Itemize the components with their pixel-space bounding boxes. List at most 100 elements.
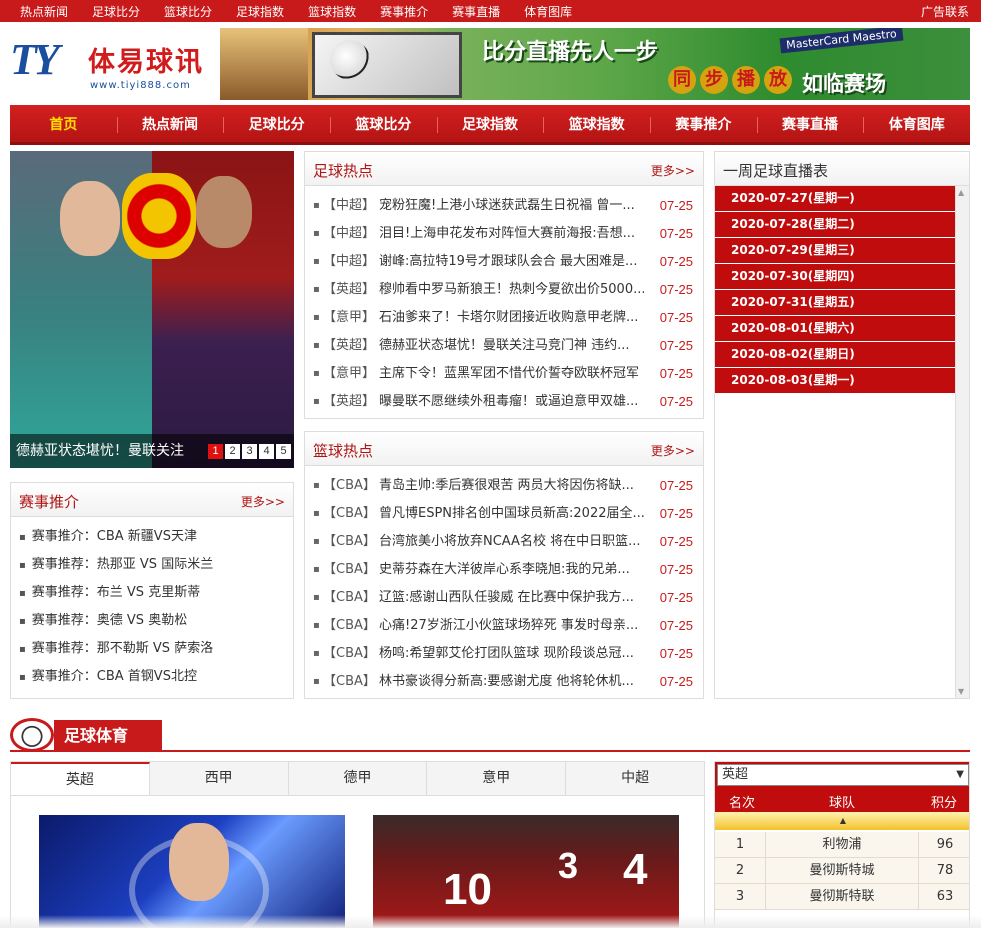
news-item[interactable]: ▪ 【英超】 穆帅看中罗马新狼王！热刺今夏欲出价5000... 07-25	[313, 276, 695, 304]
schedule-day[interactable]: 2020-07-27(星期一)	[715, 186, 955, 211]
nav-recommend[interactable]: 赛事推介	[650, 105, 757, 142]
nav-football-index[interactable]: 足球指数	[436, 105, 544, 142]
news-item[interactable]: ▪ 【英超】 德赫亚状态堪忧！曼联关注马竞门神 违约... 07-25	[313, 332, 695, 360]
tab-la-liga[interactable]: 西甲	[150, 762, 289, 795]
news-date: 07-25	[659, 506, 693, 521]
tab-serie-a[interactable]: 意甲	[427, 762, 567, 795]
site-logo[interactable]: TY 体易球讯 www.tiyi888.com	[10, 30, 215, 100]
news-title[interactable]: 主席下令！蓝黑军团不惜代价誓夺欧联杯冠军	[379, 360, 644, 388]
nav-gallery[interactable]: 体育图库	[863, 105, 970, 142]
news-title[interactable]: 德赫亚状态堪忧！曼联关注马竞门神 违约...	[379, 332, 644, 360]
news-date: 07-25	[659, 674, 693, 689]
top-link-live[interactable]: 赛事直播	[452, 3, 500, 20]
football-news-more-link[interactable]: 更多>>	[651, 162, 695, 179]
news-item[interactable]: ▪ 【CBA】 心痛!27岁浙江小伙篮球场猝死 事发时母亲... 07-25	[313, 612, 695, 640]
standings-table: 英超 ▼ 名次 球队 积分 ▲ 1 利物浦 96 2 曼彻斯特城 78 3 曼彻…	[714, 761, 970, 928]
header-banner-ad[interactable]: 比分直播先人一步 MasterCard Maestro 同 步 播 放 如临赛场	[220, 28, 970, 100]
news-title[interactable]: 石油爹来了！卡塔尔财团接近收购意甲老牌...	[379, 304, 644, 332]
news-item[interactable]: ▪ 【CBA】 青岛主帅:季后赛很艰苦 两员大将因伤将缺... 07-25	[313, 472, 695, 500]
schedule-day[interactable]: 2020-08-01(星期六)	[715, 316, 955, 341]
table-row[interactable]: 2 曼彻斯特城 78	[715, 858, 969, 884]
news-date: 07-25	[659, 366, 693, 381]
schedule-day[interactable]: 2020-08-03(星期一)	[715, 368, 955, 393]
schedule-day[interactable]: 2020-07-31(星期五)	[715, 290, 955, 315]
top-link-gallery[interactable]: 体育图库	[524, 3, 572, 20]
news-item[interactable]: ▪ 【CBA】 台湾旅美小将放弃NCAA名校 将在中日职篮... 07-25	[313, 528, 695, 556]
news-item[interactable]: ▪ 【中超】 泪目!上海申花发布对阵恒大赛前海报:吾想... 07-25	[313, 220, 695, 248]
news-item[interactable]: ▪ 【CBA】 林书豪谈得分新高:要感谢尤度 他将轮休机... 07-25	[313, 668, 695, 696]
slider-page[interactable]: 2	[225, 444, 240, 459]
news-photo-card[interactable]: 10 3 4	[373, 815, 679, 928]
scroll-down-icon[interactable]: ▼	[958, 687, 964, 696]
top-link-football-index[interactable]: 足球指数	[236, 3, 284, 20]
slider-caption[interactable]: 德赫亚状态堪忧！曼联关注	[16, 440, 202, 460]
list-item[interactable]: 赛事推介：CBA 新疆VS天津	[19, 523, 285, 551]
news-title[interactable]: 谢峰:高拉特19号才跟球队会合 最大困难是...	[379, 248, 644, 276]
schedule-day[interactable]: 2020-07-29(星期三)	[715, 238, 955, 263]
list-item[interactable]: 赛事推介：CBA 首钢VS北控	[19, 663, 285, 691]
news-title[interactable]: 泪目!上海申花发布对阵恒大赛前海报:吾想...	[379, 220, 644, 248]
rank-cell: 3	[735, 889, 745, 904]
slider-page[interactable]: 4	[259, 444, 274, 459]
news-item[interactable]: ▪ 【意甲】 主席下令！蓝黑军团不惜代价誓夺欧联杯冠军 07-25	[313, 360, 695, 388]
news-item[interactable]: ▪ 【中超】 谢峰:高拉特19号才跟球队会合 最大困难是... 07-25	[313, 248, 695, 276]
news-title[interactable]: 曝曼联不愿继续外租毒瘤！或逼迫意甲双雄...	[379, 388, 644, 416]
news-item[interactable]: ▪ 【CBA】 辽篮:感谢山西队任骏威 在比赛中保护我方... 07-25	[313, 584, 695, 612]
sort-icon[interactable]: ▲	[715, 812, 969, 830]
scroll-up-icon[interactable]: ▲	[958, 188, 964, 197]
news-title[interactable]: 辽篮:感谢山西队任骏威 在比赛中保护我方...	[379, 584, 644, 612]
news-title[interactable]: 青岛主帅:季后赛很艰苦 两员大将因伤将缺...	[379, 472, 644, 500]
table-row[interactable]: 1 利物浦 96	[715, 832, 969, 858]
bullet-icon: ▪	[313, 592, 320, 603]
league-select[interactable]: 英超 ▼	[717, 764, 969, 786]
news-title[interactable]: 宠粉狂魔!上港小球迷获武磊生日祝福 曾一...	[379, 192, 644, 220]
list-item[interactable]: 赛事推荐：布兰 VS 克里斯蒂	[19, 579, 285, 607]
news-tag: 【英超】	[323, 338, 376, 353]
top-link-basketball-index[interactable]: 篮球指数	[308, 3, 356, 20]
schedule-day[interactable]: 2020-08-02(星期日)	[715, 342, 955, 367]
news-item[interactable]: ▪ 【中超】 宠粉狂魔!上港小球迷获武磊生日祝福 曾一... 07-25	[313, 192, 695, 220]
tab-premier-league[interactable]: 英超	[11, 762, 150, 795]
nav-basketball-index[interactable]: 篮球指数	[543, 105, 650, 142]
top-link-basketball-score[interactable]: 篮球比分	[164, 3, 212, 20]
nav-football-score[interactable]: 足球比分	[223, 105, 330, 142]
news-item[interactable]: ▪ 【意甲】 石油爹来了！卡塔尔财团接近收购意甲老牌... 07-25	[313, 304, 695, 332]
recommend-more-link[interactable]: 更多>>	[241, 493, 285, 510]
soccer-ball-icon	[330, 40, 370, 80]
list-item[interactable]: 赛事推荐：热那亚 VS 国际米兰	[19, 551, 285, 579]
slider-page[interactable]: 1	[208, 444, 223, 459]
tab-csl[interactable]: 中超	[566, 762, 704, 795]
slider-page[interactable]: 5	[276, 444, 291, 459]
news-title[interactable]: 曾凡博ESPN排名创中国球员新高:2022届全...	[379, 500, 644, 528]
photo-slider[interactable]: 德赫亚状态堪忧！曼联关注 1 2 3 4 5	[10, 151, 294, 468]
list-item[interactable]: 赛事推荐：那不勒斯 VS 萨索洛	[19, 635, 285, 663]
nav-hot-news[interactable]: 热点新闻	[116, 105, 224, 142]
schedule-scrollbar[interactable]: ▲ ▼	[955, 186, 969, 698]
nav-basketball-score[interactable]: 篮球比分	[330, 105, 437, 142]
news-item[interactable]: ▪ 【英超】 曝曼联不愿继续外租毒瘤！或逼迫意甲双雄... 07-25	[313, 388, 695, 416]
news-title[interactable]: 心痛!27岁浙江小伙篮球场猝死 事发时母亲...	[379, 612, 644, 640]
news-title[interactable]: 史蒂芬森在大洋彼岸心系李晓旭:我的兄弟...	[379, 556, 644, 584]
news-title[interactable]: 穆帅看中罗马新狼王！热刺今夏欲出价5000...	[379, 276, 644, 304]
top-link-recommend[interactable]: 赛事推介	[380, 3, 428, 20]
news-title[interactable]: 杨鸣:希望郭艾伦打团队篮球 现阶段谈总冠...	[379, 640, 644, 668]
table-row[interactable]: 3 曼彻斯特联 63	[715, 884, 969, 910]
news-photo-card[interactable]	[39, 815, 345, 928]
news-date: 07-25	[659, 590, 693, 605]
ad-contact-link[interactable]: 广告联系	[921, 3, 969, 20]
slider-page[interactable]: 3	[242, 444, 257, 459]
schedule-day[interactable]: 2020-07-28(星期二)	[715, 212, 955, 237]
news-item[interactable]: ▪ 【CBA】 史蒂芬森在大洋彼岸心系李晓旭:我的兄弟... 07-25	[313, 556, 695, 584]
schedule-day[interactable]: 2020-07-30(星期四)	[715, 264, 955, 289]
tab-bundesliga[interactable]: 德甲	[289, 762, 428, 795]
top-link-football-score[interactable]: 足球比分	[92, 3, 140, 20]
news-title[interactable]: 林书豪谈得分新高:要感谢尤度 他将轮休机...	[379, 668, 644, 696]
news-item[interactable]: ▪ 【CBA】 曾凡博ESPN排名创中国球员新高:2022届全... 07-25	[313, 500, 695, 528]
news-title[interactable]: 台湾旅美小将放弃NCAA名校 将在中日职篮...	[379, 528, 644, 556]
nav-home[interactable]: 首页	[10, 105, 117, 142]
nav-live[interactable]: 赛事直播	[756, 105, 864, 142]
basketball-news-more-link[interactable]: 更多>>	[651, 442, 695, 459]
news-item[interactable]: ▪ 【CBA】 杨鸣:希望郭艾伦打团队篮球 现阶段谈总冠... 07-25	[313, 640, 695, 668]
list-item[interactable]: 赛事推荐：奥德 VS 奥勒松	[19, 607, 285, 635]
top-link-hot-news[interactable]: 热点新闻	[20, 3, 68, 20]
